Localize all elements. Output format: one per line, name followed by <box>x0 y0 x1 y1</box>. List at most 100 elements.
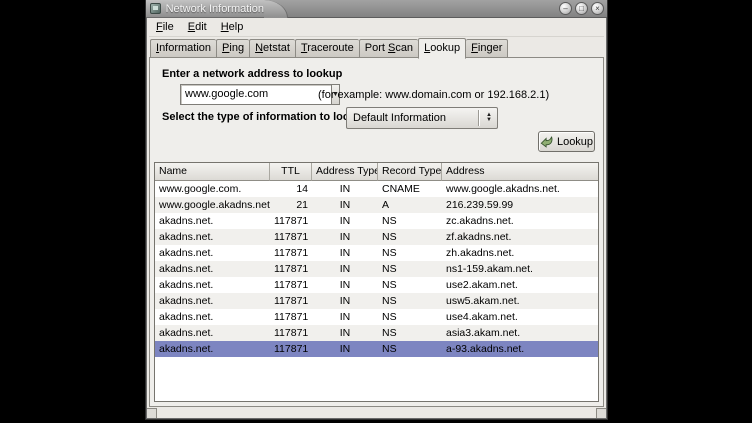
column-header-ttl[interactable]: TTL <box>270 163 312 181</box>
menu-help[interactable]: Help <box>214 19 251 35</box>
table-row[interactable]: akadns.net.117871INNSa-93.akadns.net. <box>155 341 598 357</box>
table-cell: IN <box>312 261 378 277</box>
table-cell: 117871 <box>270 261 312 277</box>
address-input[interactable] <box>180 84 331 105</box>
results-table-header: Name TTL Address Type Record Type Addres… <box>155 163 598 181</box>
table-cell: 117871 <box>270 325 312 341</box>
table-cell: NS <box>378 261 442 277</box>
table-cell: NS <box>378 245 442 261</box>
table-row[interactable]: www.google.akadns.net.21INA216.239.59.99 <box>155 197 598 213</box>
table-cell: IN <box>312 197 378 213</box>
tab-traceroute[interactable]: Traceroute <box>295 39 359 58</box>
close-button[interactable]: × <box>591 2 604 15</box>
type-label: Select the type of information to lookup… <box>162 111 373 123</box>
table-row[interactable]: akadns.net.117871INNSns1-159.akam.net. <box>155 261 598 277</box>
lookup-page: Enter a network address to lookup ▼ (for… <box>149 57 604 407</box>
table-cell: use2.akam.net. <box>442 277 598 293</box>
desktop: Network Information – □ × File Edit Help… <box>0 0 752 423</box>
app-icon <box>150 3 161 14</box>
spinner-arrows-icon: ▲▼ <box>483 113 495 123</box>
table-cell: akadns.net. <box>155 277 270 293</box>
resize-grip[interactable] <box>596 408 606 418</box>
jump-to-icon <box>540 135 554 148</box>
column-header-address[interactable]: Address <box>442 163 598 181</box>
table-cell: usw5.akam.net. <box>442 293 598 309</box>
table-cell: 117871 <box>270 245 312 261</box>
window-title: Network Information <box>166 3 264 15</box>
table-cell: CNAME <box>378 181 442 197</box>
menu-file[interactable]: File <box>149 19 181 35</box>
table-cell: www.google.akadns.net. <box>442 181 598 197</box>
table-cell: IN <box>312 325 378 341</box>
column-header-record-type[interactable]: Record Type <box>378 163 442 181</box>
table-cell: NS <box>378 293 442 309</box>
table-row[interactable]: akadns.net.117871INNSzh.akadns.net. <box>155 245 598 261</box>
table-cell: IN <box>312 181 378 197</box>
menubar: File Edit Help <box>149 18 604 37</box>
table-cell: IN <box>312 245 378 261</box>
titlebar-tab: Network Information <box>146 0 264 18</box>
table-cell: akadns.net. <box>155 341 270 357</box>
lookup-button[interactable]: Lookup <box>538 131 595 152</box>
table-cell: www.google.com. <box>155 181 270 197</box>
titlebar-tab-curve <box>264 0 288 18</box>
tab-information[interactable]: Information <box>150 39 216 58</box>
table-row[interactable]: www.google.com.14INCNAMEwww.google.akadn… <box>155 181 598 197</box>
tab-netstat[interactable]: Netstat <box>249 39 295 58</box>
table-cell: 14 <box>270 181 312 197</box>
table-cell: zh.akadns.net. <box>442 245 598 261</box>
table-cell: IN <box>312 309 378 325</box>
table-cell: a-93.akadns.net. <box>442 341 598 357</box>
table-cell: akadns.net. <box>155 325 270 341</box>
titlebar[interactable]: Network Information – □ × <box>146 0 607 18</box>
tab-finger[interactable]: Finger <box>466 39 508 58</box>
information-type-dropdown[interactable]: Default Information ▲▼ <box>346 107 498 129</box>
resize-grip[interactable] <box>147 408 157 418</box>
results-table-body: www.google.com.14INCNAMEwww.google.akadn… <box>155 181 598 401</box>
column-header-name[interactable]: Name <box>155 163 270 181</box>
address-label: Enter a network address to lookup <box>162 68 342 80</box>
table-cell: NS <box>378 277 442 293</box>
tab-ping[interactable]: Ping <box>216 39 249 58</box>
menu-edit[interactable]: Edit <box>181 19 214 35</box>
table-cell: 117871 <box>270 341 312 357</box>
table-cell: ns1-159.akam.net. <box>442 261 598 277</box>
table-cell: IN <box>312 229 378 245</box>
table-cell: NS <box>378 229 442 245</box>
tab-lookup[interactable]: Lookup <box>418 38 466 59</box>
lookup-button-label: Lookup <box>557 136 593 148</box>
maximize-button[interactable]: □ <box>575 2 588 15</box>
table-cell: A <box>378 197 442 213</box>
table-row[interactable]: akadns.net.117871INNSzc.akadns.net. <box>155 213 598 229</box>
table-cell: IN <box>312 277 378 293</box>
address-example-hint: (for example: www.domain.com or 192.168.… <box>318 89 549 101</box>
table-cell: IN <box>312 213 378 229</box>
table-cell: 21 <box>270 197 312 213</box>
table-cell: 117871 <box>270 213 312 229</box>
table-cell: 117871 <box>270 309 312 325</box>
table-cell: IN <box>312 293 378 309</box>
table-row[interactable]: akadns.net.117871INNSasia3.akam.net. <box>155 325 598 341</box>
table-cell: akadns.net. <box>155 309 270 325</box>
table-row[interactable]: akadns.net.117871INNSzf.akadns.net. <box>155 229 598 245</box>
table-cell: akadns.net. <box>155 229 270 245</box>
results-table: Name TTL Address Type Record Type Addres… <box>154 162 599 402</box>
table-cell: 117871 <box>270 229 312 245</box>
address-combo: ▼ <box>180 84 308 105</box>
column-header-address-type[interactable]: Address Type <box>312 163 378 181</box>
minimize-button[interactable]: – <box>559 2 572 15</box>
table-row[interactable]: akadns.net.117871INNSuse2.akam.net. <box>155 277 598 293</box>
table-cell: akadns.net. <box>155 213 270 229</box>
table-row[interactable]: akadns.net.117871INNSusw5.akam.net. <box>155 293 598 309</box>
tab-port-scan[interactable]: Port Scan <box>359 39 418 58</box>
information-type-value: Default Information <box>347 112 478 124</box>
table-cell: 216.239.59.99 <box>442 197 598 213</box>
table-cell: NS <box>378 309 442 325</box>
table-cell: use4.akam.net. <box>442 309 598 325</box>
table-cell: NS <box>378 341 442 357</box>
table-cell: zc.akadns.net. <box>442 213 598 229</box>
table-row[interactable]: akadns.net.117871INNSuse4.akam.net. <box>155 309 598 325</box>
table-cell: akadns.net. <box>155 293 270 309</box>
table-cell: zf.akadns.net. <box>442 229 598 245</box>
table-cell: akadns.net. <box>155 261 270 277</box>
